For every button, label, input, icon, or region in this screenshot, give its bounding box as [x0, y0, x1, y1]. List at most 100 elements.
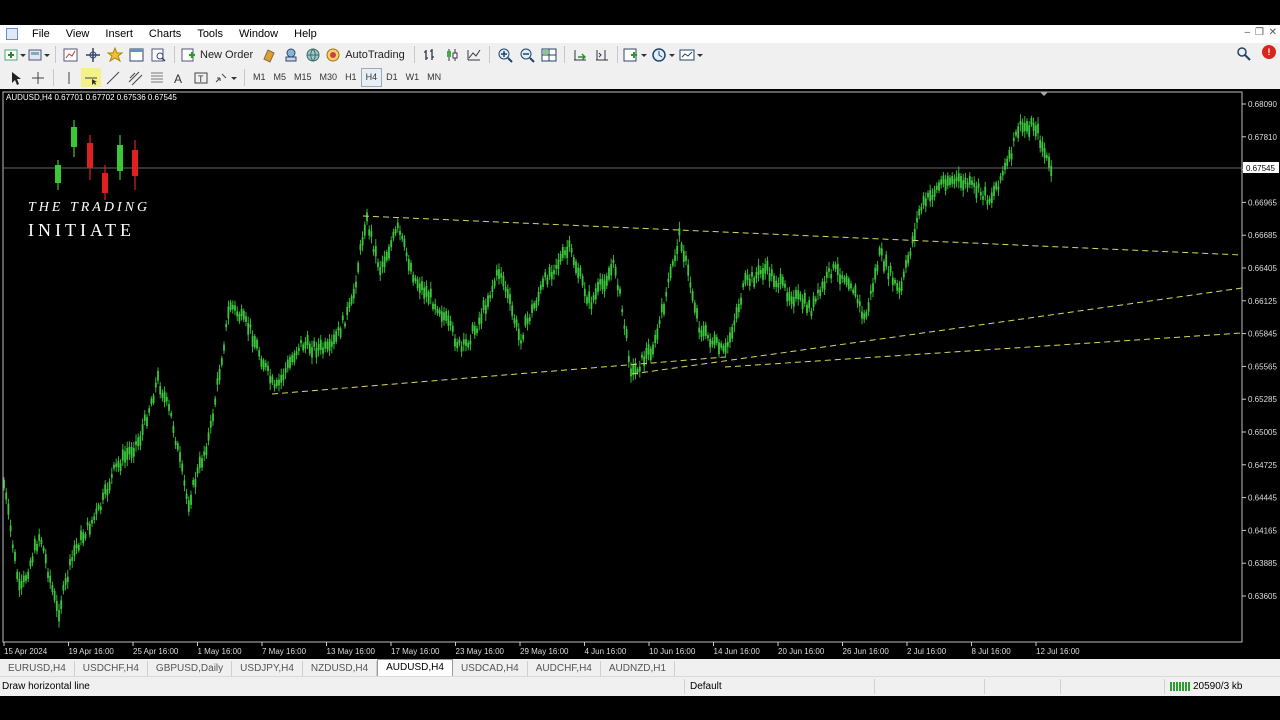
- status-hint: Draw horizontal line: [2, 681, 90, 692]
- timeframe-mn[interactable]: MN: [423, 69, 445, 86]
- autotrading-button[interactable]: AutoTrading: [325, 45, 409, 64]
- candle-body: [929, 190, 932, 202]
- strategy-tester-button[interactable]: [149, 45, 169, 64]
- candle-body: [737, 304, 740, 313]
- signals-button[interactable]: [303, 45, 323, 64]
- candle-body: [425, 286, 428, 297]
- metaeditor-button[interactable]: [259, 45, 279, 64]
- data-window-button[interactable]: [83, 45, 103, 64]
- notification-icon[interactable]: !: [1262, 45, 1276, 59]
- timeframe-h4[interactable]: H4: [360, 68, 383, 87]
- cursor-button[interactable]: [6, 68, 26, 87]
- candle-body: [432, 303, 434, 310]
- toolbar-separator: [616, 46, 618, 63]
- timeframe-h1[interactable]: H1: [341, 69, 361, 86]
- arrows-button[interactable]: [213, 68, 239, 87]
- chart-window[interactable]: 0.680900.678100.672500.669650.666850.664…: [0, 89, 1280, 659]
- candle-body: [258, 350, 261, 357]
- candle-body: [630, 368, 632, 377]
- candle-body: [5, 492, 8, 500]
- indicators-button[interactable]: [623, 45, 649, 64]
- menu-file[interactable]: File: [24, 25, 58, 43]
- status-profile[interactable]: Default: [690, 681, 722, 692]
- timeframe-m1[interactable]: M1: [249, 69, 270, 86]
- crosshair-button[interactable]: [28, 68, 48, 87]
- menu-tools[interactable]: Tools: [189, 25, 231, 43]
- menu-window[interactable]: Window: [231, 25, 286, 43]
- tab-usdcad[interactable]: USDCAD,H4: [453, 661, 528, 676]
- close-icon[interactable]: ✕: [1269, 27, 1277, 38]
- chart-shift-button[interactable]: [592, 45, 612, 64]
- candle-body: [60, 600, 63, 610]
- periods-button[interactable]: [651, 45, 677, 64]
- candle-body: [487, 295, 489, 307]
- timeframe-m30[interactable]: M30: [316, 69, 342, 86]
- tab-nzdusd[interactable]: NZDUSD,H4: [303, 661, 378, 676]
- experts-button[interactable]: [281, 45, 301, 64]
- candle-body: [86, 522, 89, 526]
- menu-charts[interactable]: Charts: [141, 25, 189, 43]
- candle-body: [792, 296, 795, 307]
- tab-gbpusd[interactable]: GBPUSD,Daily: [148, 661, 233, 676]
- candlesticks-button[interactable]: [442, 45, 462, 64]
- candle-body: [559, 254, 562, 262]
- tile-windows-button[interactable]: [539, 45, 559, 64]
- bar-chart-button[interactable]: [420, 45, 440, 64]
- trendline-button[interactable]: [103, 68, 123, 87]
- candle-body: [7, 503, 10, 515]
- zoom-out-button[interactable]: [517, 45, 537, 64]
- connection-status[interactable]: 20590/3 kb: [1170, 681, 1243, 692]
- vertical-line-button[interactable]: [59, 68, 79, 87]
- line-chart-button[interactable]: [464, 45, 484, 64]
- candle-body: [520, 340, 522, 344]
- candle-body: [1004, 162, 1006, 170]
- price-chart[interactable]: 0.680900.678100.672500.669650.666850.664…: [0, 89, 1280, 659]
- candle-body: [291, 355, 294, 363]
- autoscroll-button[interactable]: [570, 45, 590, 64]
- menu-view[interactable]: View: [58, 25, 98, 43]
- status-bar: Draw horizontal line Default 20590/3 kb: [0, 676, 1280, 696]
- tab-usdchf[interactable]: USDCHF,H4: [75, 661, 148, 676]
- equidistant-channel-button[interactable]: [125, 68, 145, 87]
- timeframe-d1[interactable]: D1: [382, 69, 402, 86]
- market-watch-button[interactable]: [61, 45, 81, 64]
- horizontal-line-button[interactable]: [81, 68, 101, 87]
- text-label-button[interactable]: T: [191, 68, 211, 87]
- candle-body: [412, 274, 415, 283]
- candle-body: [128, 446, 131, 455]
- tab-audnzd[interactable]: AUDNZD,H1: [601, 661, 676, 676]
- candle-body: [207, 432, 210, 441]
- menu-insert[interactable]: Insert: [97, 25, 141, 43]
- minimize-icon[interactable]: –: [1244, 27, 1250, 38]
- restore-icon[interactable]: ❐: [1255, 27, 1264, 38]
- tab-usdjpy[interactable]: USDJPY,H4: [232, 661, 303, 676]
- price-tick-label: 0.67810: [1248, 133, 1277, 142]
- tab-audusd[interactable]: AUDUSD,H4: [377, 659, 453, 676]
- candle-body: [660, 304, 663, 313]
- new-order-button[interactable]: New Order: [180, 45, 257, 64]
- text-button[interactable]: A: [169, 68, 189, 87]
- tab-audchf[interactable]: AUDCHF,H4: [528, 661, 601, 676]
- candle-body: [205, 446, 208, 456]
- terminal-button[interactable]: [127, 45, 147, 64]
- fibonacci-button[interactable]: [147, 68, 167, 87]
- candle-body: [671, 260, 674, 266]
- timeframe-m5[interactable]: M5: [270, 69, 291, 86]
- new-chart-button[interactable]: [4, 45, 26, 64]
- profiles-button[interactable]: [28, 45, 50, 64]
- candle-body: [784, 283, 786, 288]
- navigator-button[interactable]: [105, 45, 125, 64]
- candle-body: [396, 222, 399, 229]
- timeframe-w1[interactable]: W1: [402, 69, 424, 86]
- timeframe-m15[interactable]: M15: [290, 69, 316, 86]
- search-icon[interactable]: [1236, 46, 1252, 62]
- templates-button[interactable]: [679, 45, 705, 64]
- candle-body: [346, 306, 349, 316]
- menu-help[interactable]: Help: [286, 25, 325, 43]
- candle-body: [682, 250, 685, 262]
- candle-body: [627, 355, 630, 363]
- candle-body: [491, 285, 494, 292]
- tab-eurusd[interactable]: EURUSD,H4: [0, 661, 75, 676]
- zoom-in-button[interactable]: [495, 45, 515, 64]
- shift-marker-icon[interactable]: [1040, 92, 1048, 96]
